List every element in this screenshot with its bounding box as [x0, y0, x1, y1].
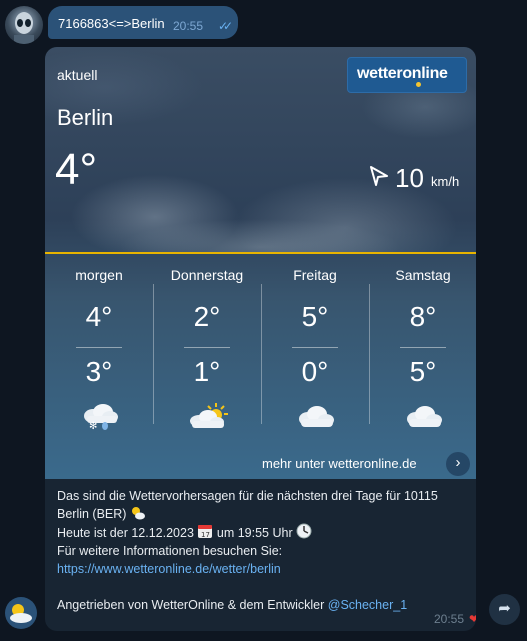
forecast-day-name: Donnerstag — [170, 267, 244, 283]
body-line: Berlin (BER) — [57, 505, 467, 523]
chevron-right-icon[interactable]: › — [446, 452, 470, 476]
calendar-emoji-icon: 17 — [198, 525, 213, 539]
forecast-low: 5° — [409, 356, 437, 387]
forecast-day: morgen 4° 3° ✻ — [45, 254, 153, 444]
message-body: Das sind die Wettervorhersagen für die n… — [57, 487, 467, 614]
svg-text:✻: ✻ — [89, 421, 97, 430]
wind-speed: 10 — [395, 163, 424, 193]
wind-unit: km/h — [431, 174, 460, 189]
forecast-day-name: morgen — [75, 267, 123, 283]
cloud-icon — [407, 406, 442, 427]
body-line: Heute ist der 12.12.2023 17 um 19:55 Uhr — [57, 523, 467, 542]
forecast-high: 2° — [193, 301, 221, 332]
forecast-low: 1° — [193, 356, 221, 387]
developer-mention-link[interactable]: @Schecher_1 — [328, 598, 407, 612]
weather-link[interactable]: https://www.wetteronline.de/wetter/berli… — [57, 560, 467, 578]
clock-emoji-icon — [296, 523, 312, 539]
forecast-day-name: Samstag — [395, 267, 451, 283]
more-link[interactable]: mehr unter wetteronline.de — [262, 456, 417, 471]
message-text: 7166863<=>Berlin — [58, 16, 165, 31]
divider — [76, 347, 122, 348]
message-time: 20:55 — [434, 612, 465, 626]
forecast-row: morgen 4° 3° ✻ Donnerstag 2° 1° Freitag … — [45, 254, 476, 444]
body-line: Angetrieben von WetterOnline & dem Entwi… — [57, 598, 408, 612]
read-ticks-icon: ✓✓ — [218, 19, 233, 33]
share-icon[interactable]: ➦ — [489, 594, 520, 625]
wetteronline-logo: wetteronline — [347, 57, 467, 93]
forecast-day: Freitag 5° 0° — [261, 254, 369, 444]
sun-cloud-emoji-icon — [131, 507, 145, 520]
divider — [400, 347, 446, 348]
forecast-high: 4° — [85, 301, 113, 332]
sun-cloud-icon — [190, 403, 228, 428]
current-temperature: 4° — [55, 145, 98, 194]
cloud-icon — [299, 406, 334, 427]
divider — [184, 347, 230, 348]
forecast-day: Donnerstag 2° 1° — [153, 254, 261, 444]
user-avatar[interactable] — [5, 6, 43, 44]
forecast-low: 0° — [301, 356, 329, 387]
wind-direction-icon — [370, 166, 388, 186]
forecast-day-name: Freitag — [293, 267, 337, 283]
svg-text:17: 17 — [201, 531, 210, 539]
city-name: Berlin — [57, 105, 114, 130]
weather-card[interactable]: aktuell wetteronline Berlin 4° 10 km/h m… — [45, 47, 476, 479]
incoming-message[interactable]: aktuell wetteronline Berlin 4° 10 km/h m… — [45, 47, 476, 631]
outgoing-message[interactable]: 7166863<=>Berlin 20:55 ✓✓ — [48, 6, 238, 39]
heart-reaction-icon[interactable]: ❤ — [469, 612, 476, 626]
divider — [292, 347, 338, 348]
message-time: 20:55 — [173, 19, 204, 33]
sun-cloud-avatar-icon — [10, 604, 32, 623]
snow-rain-cloud-icon: ✻ — [84, 404, 118, 430]
body-line: Für weitere Informationen besuchen Sie: — [57, 544, 283, 558]
forecast-high: 5° — [301, 301, 329, 332]
alien-avatar-icon — [14, 12, 34, 44]
forecast-low: 3° — [85, 356, 113, 387]
forecast-high: 8° — [409, 301, 437, 332]
forecast-day: Samstag 8° 5° — [369, 254, 476, 444]
body-line: Das sind die Wettervorhersagen für die n… — [57, 489, 438, 503]
current-label: aktuell — [57, 67, 98, 83]
bot-avatar[interactable] — [5, 597, 37, 629]
